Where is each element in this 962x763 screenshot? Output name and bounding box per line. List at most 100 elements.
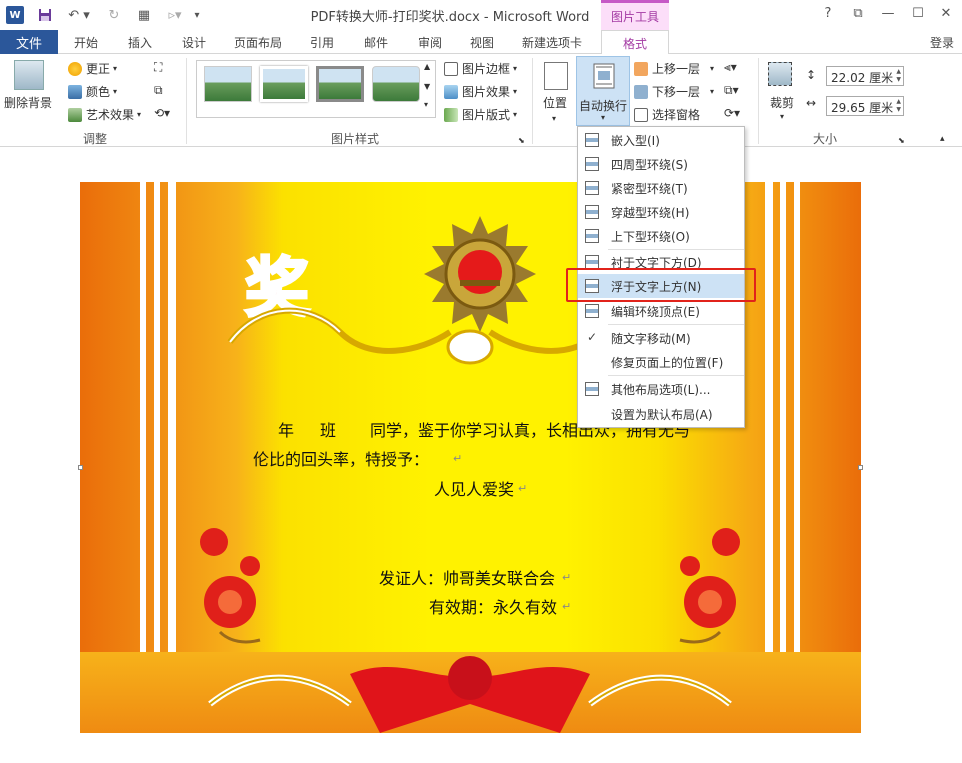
picture-style-2[interactable] [260,66,308,102]
picture-border-icon [444,61,458,76]
touch-mode-icon[interactable]: ▹▾ [162,6,188,24]
reset-picture-icon[interactable]: ⟲▾ [154,106,170,120]
tab-file[interactable]: 文件 [0,30,58,54]
styles-dialog-launcher-icon[interactable]: ⬊ [518,136,525,145]
resize-handle[interactable] [858,465,863,470]
menu-item-fix-position[interactable]: 修复页面上的位置(F) [578,350,744,374]
cert-grade-label: 年 [278,421,295,440]
crop-icon [768,62,792,86]
picture-layout-icon [444,107,458,122]
tab-page-layout[interactable]: 页面布局 [226,30,290,54]
menu-item-move-with-text[interactable]: ✓ 随文字移动(M) [578,326,744,350]
color-icon [68,84,82,99]
tab-home[interactable]: 开始 [62,30,110,54]
send-backward-button[interactable]: 下移一层 ▾ [634,83,714,100]
compress-pictures-icon[interactable]: ⛶ [154,60,162,75]
remove-background-button[interactable]: 删除背景 [4,94,52,111]
sun-icon [68,61,82,76]
position-dropdown-icon[interactable]: ▾ [552,114,556,123]
menu-item-tight[interactable]: 紧密型环绕(T) [578,176,744,200]
through-wrap-icon [585,205,599,219]
align-icon[interactable]: ⫷▾ [724,60,737,75]
gallery-up-icon[interactable]: ▲ [424,62,430,71]
bring-forward-button[interactable]: 上移一层 ▾ [634,60,714,77]
wrap-text-dropdown-icon: ▾ [601,113,606,122]
title-bar: W ↶ ▾ ↻ ▦ ▹▾ ▾ PDF转换大师-打印奖状.docx - Micro… [0,0,962,30]
artistic-effects-button[interactable]: 艺术效果 ▾ [68,106,141,123]
group-label-picture-styles: 图片样式 [330,132,379,146]
menu-item-inline[interactable]: 嵌入型(I) [578,128,744,152]
height-spinner[interactable]: 22.02 厘米 ▲ ▼ [826,66,904,86]
collapse-ribbon-icon[interactable]: ▴ [940,134,945,144]
menu-item-set-default-layout[interactable]: 设置为默认布局(A) [578,402,744,426]
picture-effects-button[interactable]: 图片效果 ▾ [444,83,517,100]
tab-mailings[interactable]: 邮件 [352,30,400,54]
sign-in-link[interactable]: 登录 [930,34,954,51]
menu-item-in-front-of-text[interactable]: 浮于文字上方(N) [578,274,744,298]
wrap-text-menu: 嵌入型(I) 四周型环绕(S) 紧密型环绕(T) 穿越型环绕(H) 上下型环绕(… [577,126,745,428]
size-dialog-launcher-icon[interactable]: ⬊ [898,136,905,145]
selection-pane-icon [634,107,648,122]
menu-item-more-layout-options[interactable]: 其他布局选项(L)... [578,377,744,401]
tab-format[interactable]: 格式 [601,30,669,55]
gallery-down-icon[interactable]: ▼ [424,82,430,91]
help-button[interactable]: ? [818,6,838,21]
customize-qat-icon[interactable]: ▾ [190,6,204,24]
menu-item-square[interactable]: 四周型环绕(S) [578,152,744,176]
selection-pane-button[interactable]: 选择窗格 [634,106,700,123]
picture-effects-icon [444,84,458,99]
group-label-adjust: 调整 [82,132,107,146]
change-picture-icon[interactable]: ⧉ [154,83,163,98]
menu-separator [608,324,744,325]
ribbon-display-button[interactable]: ⧉ [848,6,868,21]
close-button[interactable]: ✕ [936,6,956,21]
menu-item-edit-wrap-points[interactable]: 编辑环绕顶点(E) [578,299,744,323]
group-separator [532,58,533,144]
width-spinner-arrows[interactable]: ▲ ▼ [896,98,901,114]
crop-button[interactable]: 裁剪 [770,94,794,111]
wrap-text-button[interactable]: 自动换行 ▾ [576,56,630,126]
send-backward-icon [634,84,648,99]
menu-item-behind-text[interactable]: 衬于文字下方(D) [578,250,744,274]
word-logo-icon: W [6,6,24,24]
ribbon-bow-icon [208,656,732,733]
menu-item-top-bottom[interactable]: 上下型环绕(O) [578,224,744,248]
format-painter-icon[interactable]: ▦ [134,6,154,24]
rotate-icon[interactable]: ⟳▾ [724,106,740,120]
tab-design[interactable]: 设计 [170,30,218,54]
undo-icon[interactable]: ↶ ▾ [64,6,94,24]
crop-dropdown-icon[interactable]: ▾ [780,112,784,121]
stripe-decoration [780,182,786,733]
color-button[interactable]: 颜色 ▾ [68,83,117,100]
position-button[interactable]: 位置 [543,94,567,111]
corrections-button[interactable]: 更正 ▾ [68,60,117,77]
edit-wrap-points-icon [585,304,599,318]
cert-issuer: 发证人：帅哥美女联合会 [379,569,556,588]
group-icon[interactable]: ⧉▾ [724,83,739,98]
minimize-button[interactable]: — [878,6,898,21]
resize-handle[interactable] [78,465,83,470]
tab-view[interactable]: 视图 [458,30,506,54]
flower-left-icon [200,528,261,644]
picture-style-4[interactable] [372,66,420,102]
picture-border-button[interactable]: 图片边框 ▾ [444,60,517,77]
paragraph-mark: ↵ [562,600,572,613]
menu-item-through[interactable]: 穿越型环绕(H) [578,200,744,224]
group-separator [758,58,759,144]
picture-style-1[interactable] [204,66,252,102]
stripe-decoration [154,182,160,733]
height-spinner-arrows[interactable]: ▲ ▼ [896,68,901,84]
width-spinner[interactable]: 29.65 厘米 ▲ ▼ [826,96,904,116]
save-icon[interactable] [36,6,54,24]
tab-new[interactable]: 新建选项卡 [512,30,592,54]
tab-insert[interactable]: 插入 [116,30,164,54]
redo-icon[interactable]: ↻ [104,6,124,24]
picture-style-3[interactable] [316,66,364,102]
picture-layout-button[interactable]: 图片版式 ▾ [444,106,517,123]
square-wrap-icon [585,157,599,171]
tab-review[interactable]: 审阅 [406,30,454,54]
gallery-more-icon[interactable]: ▾ [424,100,428,109]
maximize-button[interactable]: ☐ [908,6,928,21]
ribbon-tab-bar: 文件 开始 插入 设计 页面布局 引用 邮件 审阅 视图 新建选项卡 格式 登录 [0,30,962,55]
tab-references[interactable]: 引用 [298,30,346,54]
